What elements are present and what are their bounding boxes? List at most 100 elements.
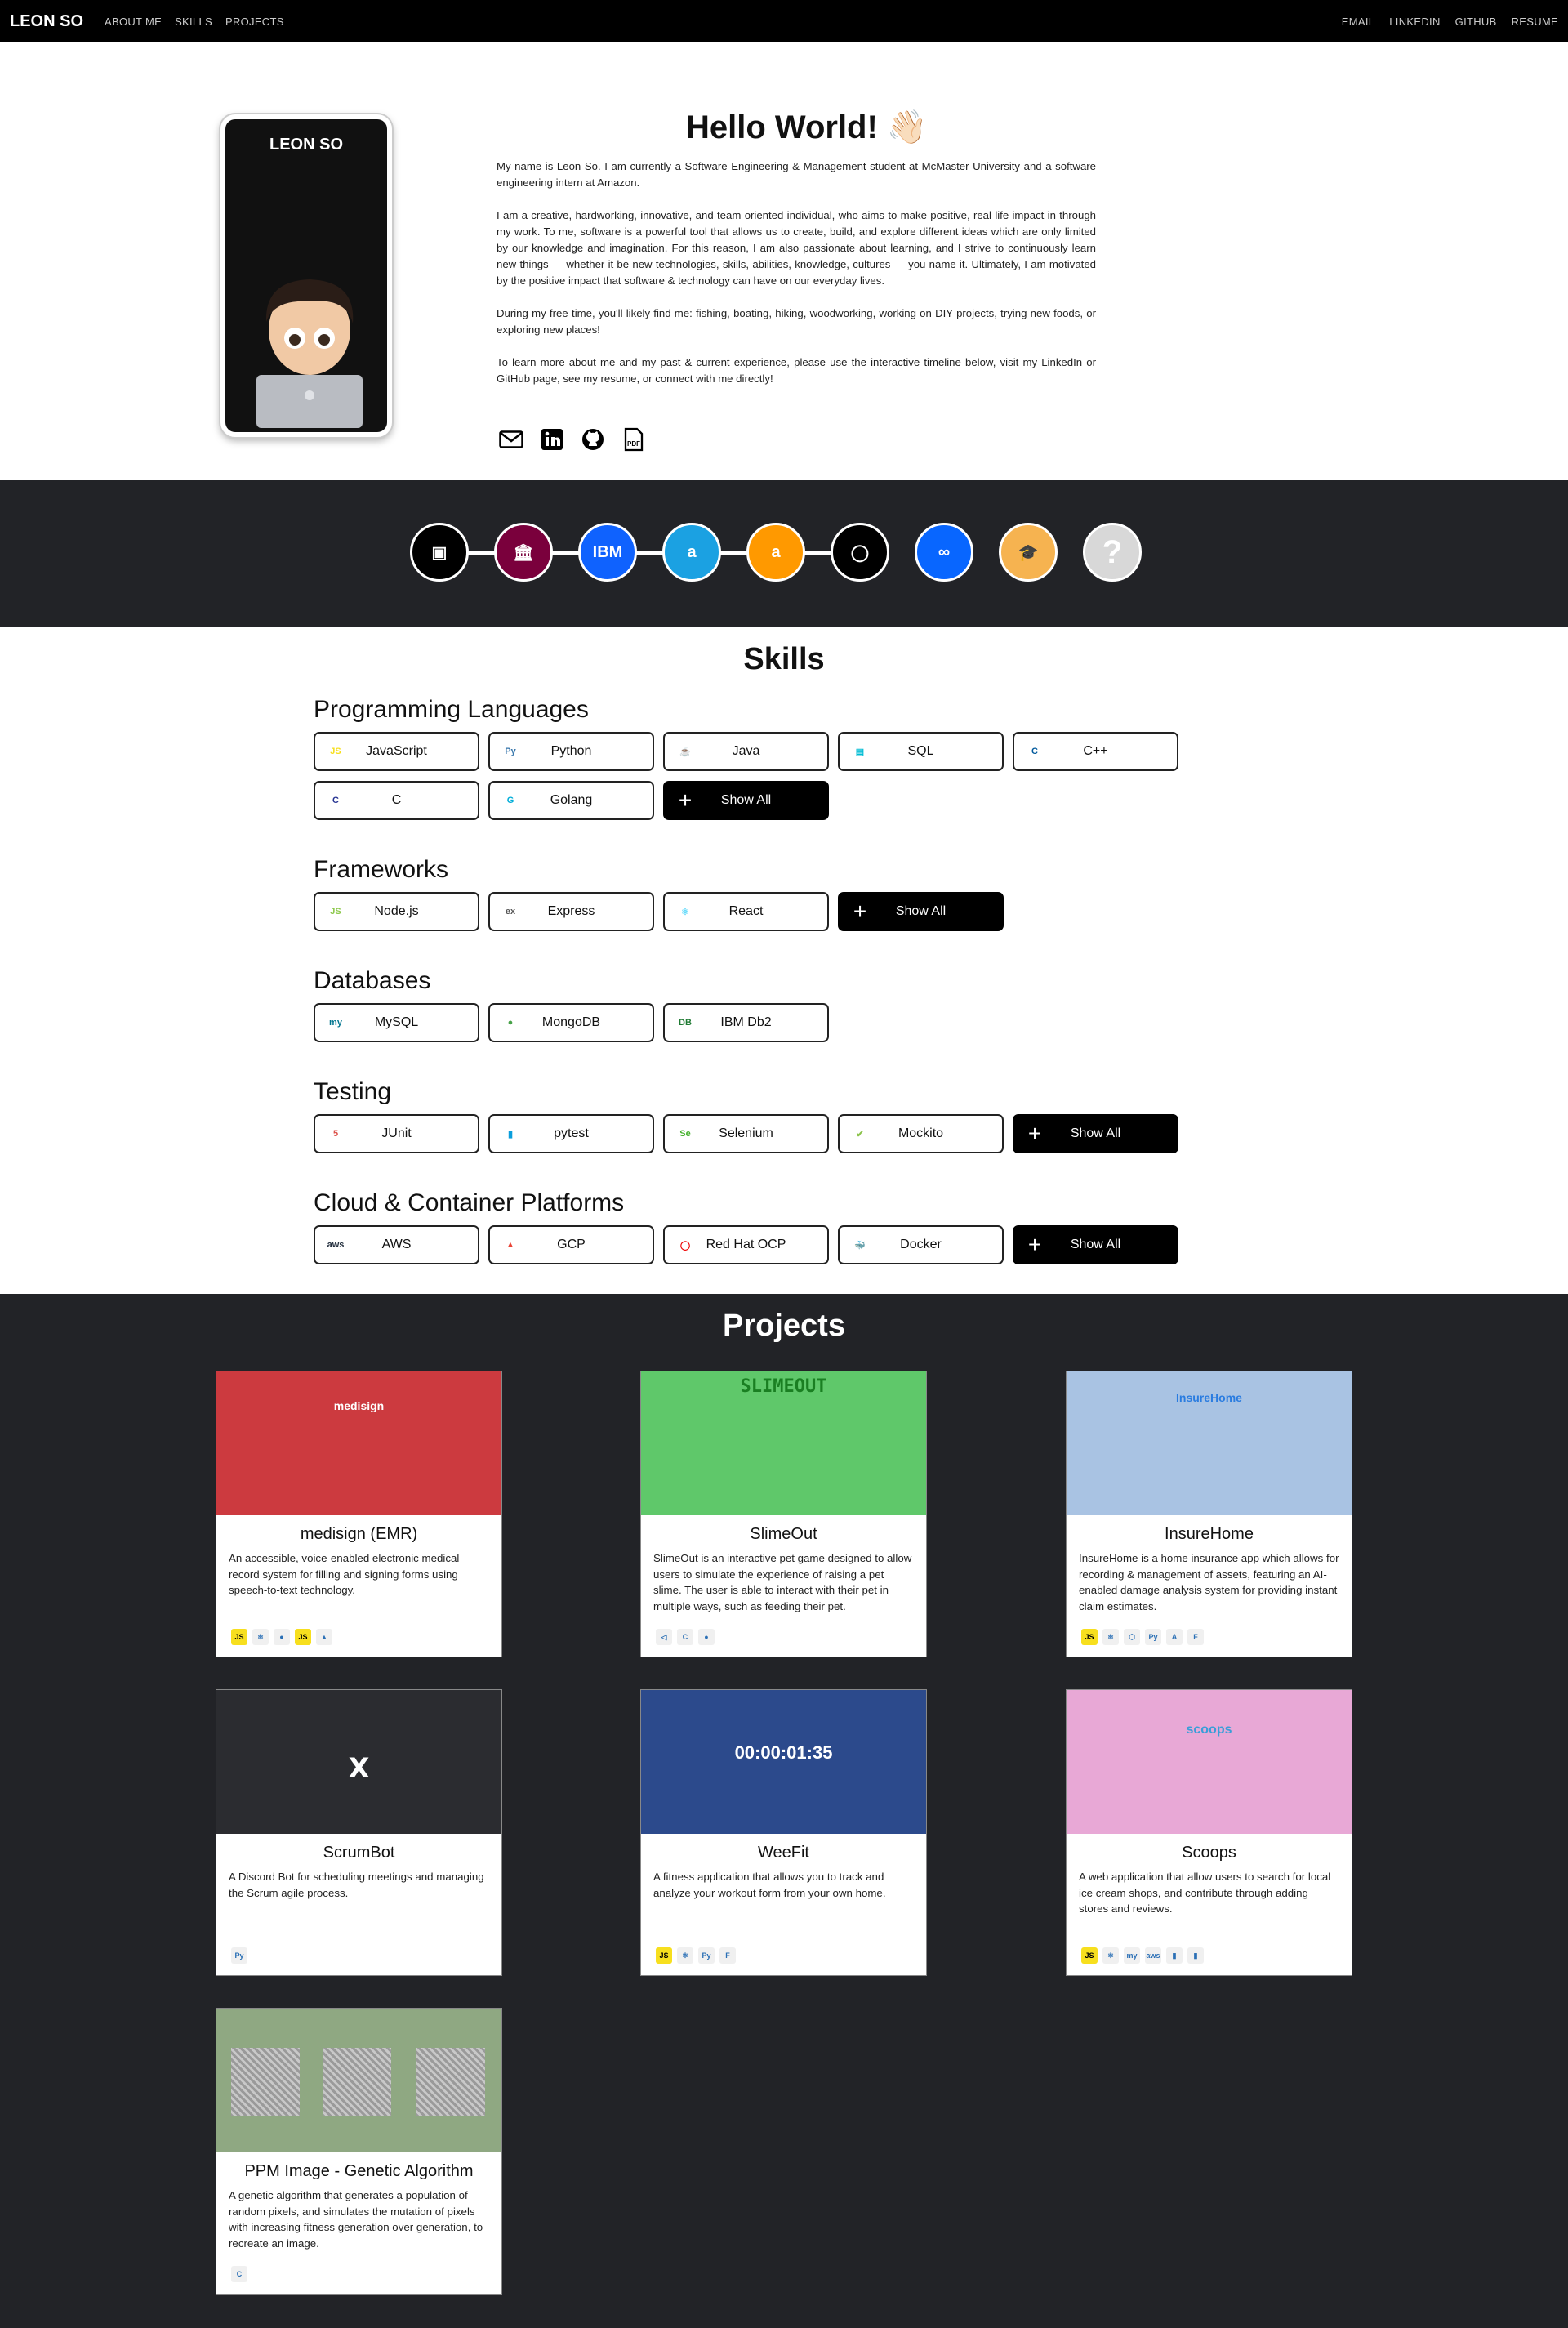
skill-category-title: Programming Languages: [314, 696, 589, 723]
nav-resume[interactable]: RESUME: [1512, 16, 1558, 28]
tech-logo-icon: Py: [231, 1947, 247, 1964]
nav-skills[interactable]: SKILLS: [175, 16, 212, 28]
skill-chip-label: React: [728, 904, 764, 918]
svg-text:PDF: PDF: [627, 440, 640, 448]
skill-chip[interactable]: ▮ pytest: [488, 1114, 654, 1153]
skill-chip-label: AWS: [381, 1238, 412, 1251]
timeline-node[interactable]: ?: [1083, 523, 1142, 582]
bio-paragraph: To learn more about me and my past & cur…: [497, 356, 1096, 385]
skill-category-title: Cloud & Container Platforms: [314, 1189, 625, 1216]
project-title: ScrumBot: [323, 1844, 395, 1862]
skill-chip[interactable]: ◯ Red Hat OCP: [663, 1225, 829, 1264]
skill-chip[interactable]: Se Selenium: [663, 1114, 829, 1153]
timeline-nodes: ▣ 🏛 IBM a a ◯ ∞ 🎓?: [410, 523, 1142, 582]
skill-logo-icon: aws: [327, 1240, 345, 1250]
skill-chip[interactable]: my MySQL: [314, 1003, 479, 1042]
skill-logo-icon: Py: [505, 747, 516, 756]
skill-chip[interactable]: G Golang: [488, 781, 654, 820]
university-icon: 🏛: [513, 543, 534, 562]
skill-chip[interactable]: ☕ Java: [663, 732, 829, 771]
timeline-node[interactable]: a: [662, 523, 721, 582]
nav-email[interactable]: EMAIL: [1342, 16, 1375, 28]
timeline-node[interactable]: ◯: [831, 523, 889, 582]
pdf-resume-icon[interactable]: PDF: [621, 426, 647, 453]
project-description: A Discord Bot for scheduling meetings an…: [229, 1871, 484, 1899]
tech-logo-icon: Py: [1145, 1629, 1161, 1645]
nav-projects[interactable]: PROJECTS: [225, 16, 284, 28]
show-all-label: Show All: [895, 904, 947, 918]
skill-logo-icon: ⚛: [681, 907, 689, 917]
tech-logo-icon: JS: [295, 1629, 311, 1645]
project-card[interactable]: x ScrumBot A Discord Bot for scheduling me…: [216, 1689, 502, 1976]
skill-chip[interactable]: ▤ SQL: [838, 732, 1004, 771]
skill-chip[interactable]: 5 JUnit: [314, 1114, 479, 1153]
project-description: A genetic algorithm that generates a pop…: [229, 2189, 483, 2250]
tech-logo-icon: aws: [1145, 1947, 1161, 1964]
project-card[interactable]: PPM Image - Genetic Algorithm A genetic a…: [216, 2008, 502, 2295]
show-all-label: Show All: [720, 793, 772, 807]
project-image-caption: InsureHome: [1176, 1391, 1242, 1404]
show-all-button[interactable]: + Show All: [1013, 1114, 1178, 1153]
project-description: An accessible, voice-enabled electronic …: [229, 1552, 460, 1596]
tech-logo-icon: JS: [231, 1629, 247, 1645]
skill-chip[interactable]: ⚛ React: [663, 892, 829, 931]
skill-chip[interactable]: Py Python: [488, 732, 654, 771]
skill-chip-label: IBM Db2: [720, 1015, 772, 1029]
project-title: InsureHome: [1165, 1525, 1254, 1543]
tech-logo-icon: Py: [698, 1947, 715, 1964]
show-all-button[interactable]: + Show All: [663, 781, 829, 820]
profile-card-name: LEON SO: [269, 136, 343, 154]
skill-chip[interactable]: JS Node.js: [314, 892, 479, 931]
question-icon: ?: [1102, 533, 1123, 570]
top-navbar: LEON SO ABOUT ME SKILLS PROJECTS EMAIL L…: [0, 0, 1568, 42]
project-image: scoops: [1067, 1690, 1352, 1834]
project-image-caption: medisign: [333, 1399, 385, 1412]
nav-about-me[interactable]: ABOUT ME: [105, 16, 162, 28]
timeline-node[interactable]: 🏛: [494, 523, 553, 582]
project-card[interactable]: scoops Scoops A web application that allow…: [1066, 1689, 1352, 1976]
skill-logo-icon: my: [329, 1018, 342, 1028]
brand-logo[interactable]: LEON SO: [10, 12, 83, 31]
skill-chip[interactable]: 🐳 Docker: [838, 1225, 1004, 1264]
github-icon[interactable]: [580, 426, 606, 453]
show-all-button[interactable]: + Show All: [1013, 1225, 1178, 1264]
linkedin-icon[interactable]: [539, 426, 565, 453]
nav-linkedin[interactable]: LINKEDIN: [1389, 16, 1440, 28]
timeline-node[interactable]: ▣: [410, 523, 469, 582]
skill-chip-label: Node.js: [374, 904, 419, 918]
skill-chip[interactable]: ▲ GCP: [488, 1225, 654, 1264]
project-image-caption: scoops: [1186, 1723, 1232, 1737]
skill-chip[interactable]: ex Express: [488, 892, 654, 931]
project-card[interactable]: SLIMEOUT SlimeOut SlimeOut is an interacti…: [640, 1371, 927, 1657]
skill-chip-label: Python: [550, 744, 592, 758]
skill-chip-label: SQL: [907, 744, 934, 758]
graduation-cap-icon: 🎓: [1018, 543, 1039, 562]
skill-chip-row: JS Node.js ex Express ⚛ React + Show All: [314, 892, 1179, 931]
project-card[interactable]: 00:00:01:35 WeeFit A fitness application t…: [640, 1689, 927, 1976]
skill-chip[interactable]: JS JavaScript: [314, 732, 479, 771]
skill-chip[interactable]: aws AWS: [314, 1225, 479, 1264]
email-icon[interactable]: [498, 426, 524, 453]
skill-chip[interactable]: CC: [314, 781, 479, 820]
skill-chip[interactable]: C C++: [1013, 732, 1178, 771]
timeline-node[interactable]: 🎓: [999, 523, 1058, 582]
nav-github[interactable]: GITHUB: [1455, 16, 1497, 28]
skill-chip[interactable]: ✔ Mockito: [838, 1114, 1004, 1153]
tech-logo-icon: F: [1187, 1629, 1204, 1645]
skill-chip-label: GCP: [557, 1238, 586, 1251]
noise-image-tile: [416, 2048, 485, 2116]
tech-logo-icon: my: [1124, 1947, 1140, 1964]
skill-logo-icon: ▲: [506, 1240, 515, 1250]
skill-chip[interactable]: ● MongoDB: [488, 1003, 654, 1042]
skill-chip-label: MySQL: [374, 1015, 419, 1029]
project-card[interactable]: medisign medisign (EMR) An accessible, voi…: [216, 1371, 502, 1657]
skill-logo-icon: ex: [505, 907, 516, 916]
project-tech-icons: Py: [231, 1947, 247, 1964]
show-all-button[interactable]: + Show All: [838, 892, 1004, 931]
project-card[interactable]: InsureHome InsureHome InsureHome is a home…: [1066, 1371, 1352, 1657]
timeline-node[interactable]: ∞: [915, 523, 973, 582]
timeline-node[interactable]: IBM: [578, 523, 637, 582]
timeline-node[interactable]: a: [746, 523, 805, 582]
skill-chip[interactable]: DB IBM Db2: [663, 1003, 829, 1042]
skill-logo-icon: JS: [330, 747, 341, 756]
